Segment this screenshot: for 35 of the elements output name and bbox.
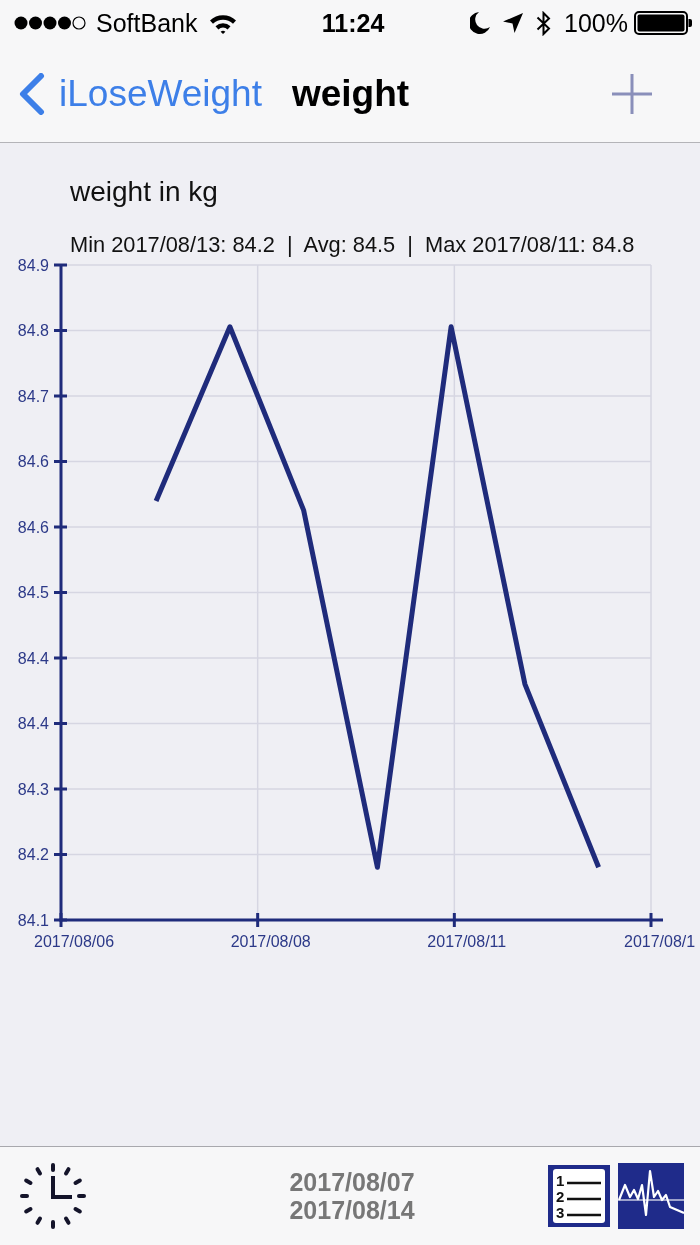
battery-icon [634, 11, 692, 35]
chart-title: weight in kg [70, 176, 218, 208]
signal-strength-icon [14, 16, 86, 30]
y-tick-label: 84.6 [17, 453, 49, 470]
add-icon[interactable] [612, 74, 652, 114]
numbered-list-icon[interactable]: 1 2 3 [546, 1163, 612, 1229]
x-tick-label: 2017/08/11 [427, 932, 507, 950]
wifi-icon [209, 12, 238, 34]
screen-title: weight [291, 73, 410, 115]
y-tick-label: 84.5 [17, 584, 49, 601]
x-tick-label: 2017/08/1 [624, 932, 696, 950]
y-tick-label: 84.7 [17, 387, 49, 405]
chart-summary: Min 2017/08/13: 84.2 | Avg: 84.5 | Max 2017/08/11: 84.8 [70, 234, 635, 256]
date-range-text: 2017/08/14 [289, 1196, 415, 1224]
clock-icon[interactable] [20, 1163, 86, 1229]
x-tick-label: 2017/08/06 [34, 932, 115, 950]
chevron-left-icon [18, 73, 45, 115]
line-chart-icon[interactable] [618, 1163, 684, 1229]
y-tick-label: 84.2 [17, 846, 49, 863]
location-arrow-icon [503, 13, 524, 33]
date-range-text: 2017/08/07 [289, 1168, 415, 1196]
y-tick-label: 84.6 [17, 518, 49, 536]
moon-icon [470, 12, 491, 34]
status-time: 11:24 [321, 8, 385, 38]
battery-percentage: 100% [564, 8, 628, 38]
y-tick-label: 84.4 [17, 649, 49, 667]
y-tick-label: 84.8 [17, 322, 49, 339]
back-button[interactable]: iLoseWeight [18, 72, 262, 116]
y-tick-label: 84.1 [17, 911, 49, 929]
bluetooth-icon [536, 10, 552, 36]
y-tick-label: 84.9 [17, 256, 49, 274]
y-tick-label: 84.3 [17, 780, 49, 798]
x-tick-label: 2017/08/08 [230, 932, 311, 950]
carrier-name: SoftBank [96, 8, 198, 38]
y-tick-label: 84.4 [17, 715, 49, 732]
